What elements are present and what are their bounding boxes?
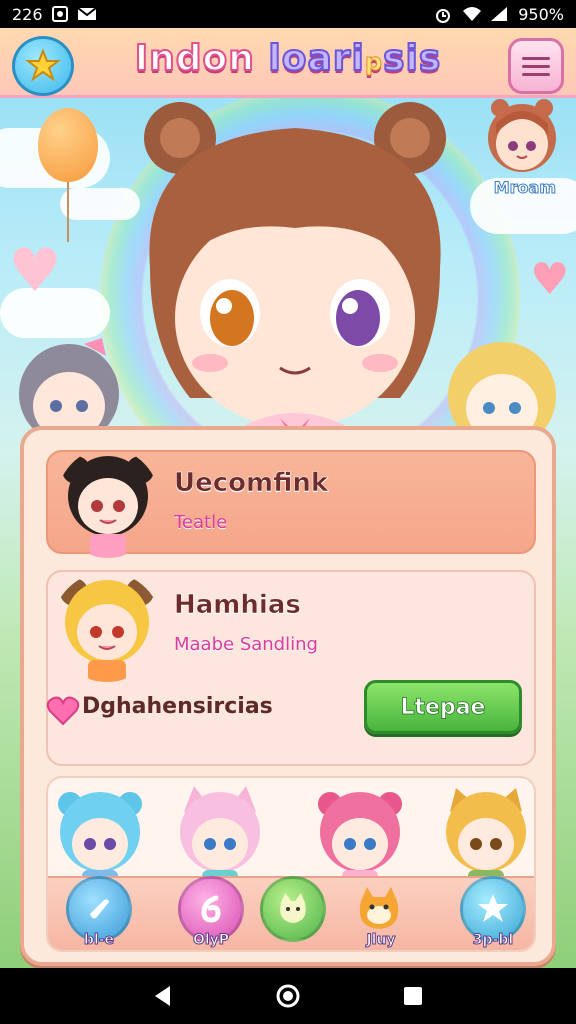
- bottom-action-bar: bl-e OlyP Jluy 3p-bl: [48, 876, 534, 950]
- signal-icon: [490, 6, 508, 22]
- menu-line: [522, 64, 550, 68]
- upgrade-button[interactable]: Ltepae: [364, 680, 522, 734]
- recents-nav-icon[interactable]: [400, 983, 426, 1009]
- avatar: [60, 578, 154, 682]
- mail-icon: [76, 6, 97, 22]
- status-time: 226: [12, 4, 43, 24]
- pet-icon: [359, 887, 399, 929]
- home-nav-icon[interactable]: [275, 983, 301, 1009]
- title-part: loari: [267, 37, 365, 80]
- top-header: Indon loaripsis: [0, 28, 576, 98]
- number-six-icon: [201, 895, 221, 923]
- star-back-icon: [25, 48, 61, 82]
- nav-label: OlyP: [192, 932, 230, 949]
- title-part: Indon: [134, 37, 269, 80]
- character-card-selected[interactable]: Uecomfink Teatle: [46, 450, 536, 558]
- status-bar: 226 950%: [0, 0, 576, 28]
- card-title: Hamhias: [174, 590, 301, 621]
- notification-icon: [51, 6, 69, 22]
- battery-text: 950%: [518, 4, 564, 24]
- character-roster: bl-e OlyP Jluy 3p-bl: [46, 776, 536, 952]
- nav-label: Jluy: [366, 932, 396, 949]
- balloon-decoration: [38, 108, 98, 242]
- game-screen: ♥ ♥ Indon loaripsis Mroam Uecomfink Teat…: [0, 28, 576, 968]
- game-title: Indon loaripsis: [90, 37, 486, 80]
- android-navigation-bar: [0, 968, 576, 1024]
- main-character[interactable]: [120, 98, 470, 458]
- alarm-icon: [434, 6, 452, 23]
- card-subtitle: Maabe Sandling: [174, 634, 318, 655]
- nav-label: bl-e: [83, 932, 115, 949]
- stat-label: Dghahensircias: [82, 694, 273, 719]
- hand-icon: [90, 899, 109, 919]
- wifi-icon: [462, 6, 482, 22]
- cat-button[interactable]: [260, 876, 326, 942]
- nav-label: 3p-bl: [472, 932, 514, 949]
- card-title: Uecomfink: [174, 468, 329, 499]
- star-icon: [478, 894, 508, 922]
- back-button[interactable]: [12, 36, 74, 96]
- heart-balloon-decoration: ♥: [530, 254, 570, 305]
- menu-button[interactable]: [508, 38, 564, 94]
- back-nav-icon[interactable]: [150, 983, 176, 1009]
- character-panel: Uecomfink Teatle Hamhias Maabe Sandling …: [20, 426, 556, 966]
- heart-balloon-decoration: ♥: [8, 236, 62, 306]
- cat-face-icon: [280, 893, 306, 923]
- menu-line: [522, 72, 550, 76]
- title-part: sis: [382, 37, 442, 80]
- menu-line: [522, 56, 550, 60]
- title-part: p: [364, 48, 384, 77]
- corner-npc-label: Mroam: [493, 178, 556, 198]
- card-subtitle: Teatle: [174, 512, 228, 533]
- character-card[interactable]: Hamhias Maabe Sandling: [46, 570, 536, 766]
- avatar: [62, 456, 154, 558]
- heart-icon: [46, 696, 80, 726]
